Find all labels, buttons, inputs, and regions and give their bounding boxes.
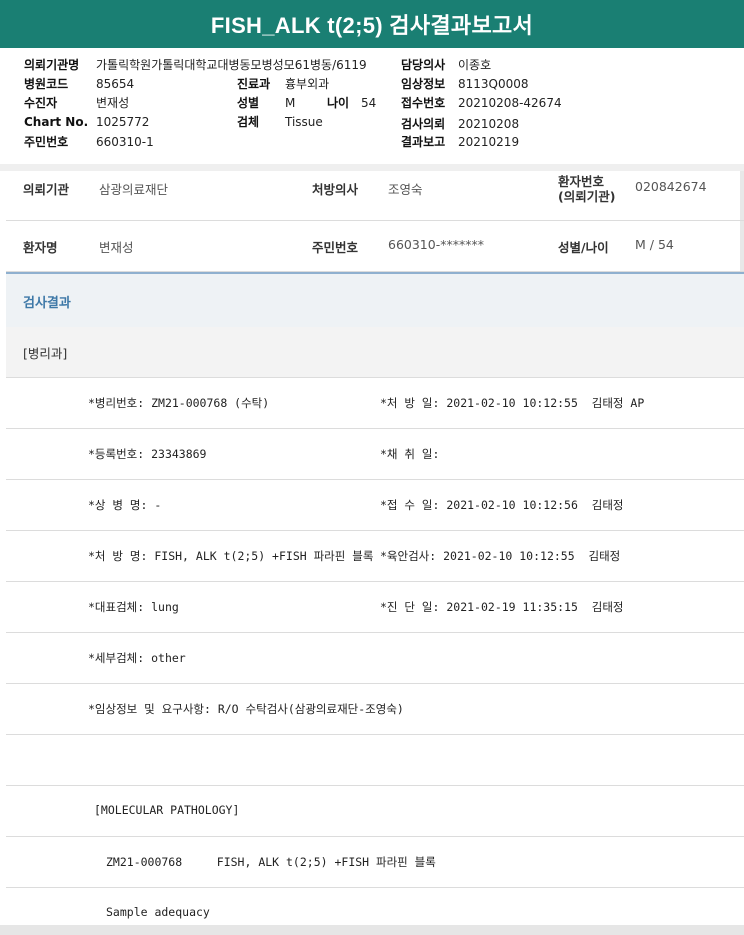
result-row: *세부검체: other: [6, 633, 744, 684]
receipt-no-label: 접수번호: [401, 96, 446, 110]
result-row: *처 방 명: FISH, ALK t(2;5) +FISH 파라핀 블록 *육…: [6, 531, 744, 582]
doctor-field: 담당의사 이종호: [401, 56, 491, 73]
result-row: *상 병 명: - *접 수 일: 2021-02-10 10:12:56 김태…: [6, 480, 744, 531]
result-row-right: *접 수 일: 2021-02-10 10:12:56 김태정: [380, 498, 624, 512]
dept-field: 진료과 흉부외과: [237, 75, 329, 92]
resident-label: 주민번호: [312, 240, 359, 255]
specimen-value: Tissue: [285, 115, 323, 129]
hospital-code-label: 병원코드: [24, 77, 69, 91]
age-value: 54: [361, 96, 377, 110]
req-institution-field: 의뢰기관명 가톨릭학원가톨릭대학교대병동모병성모61병동/6119: [24, 56, 367, 73]
department-label: [병리과]: [23, 346, 68, 361]
department-bar: [병리과]: [6, 327, 744, 378]
report-title: FISH_ALK t(2;5) 검사결과보고서: [0, 0, 744, 48]
result-row-left: *등록번호: 23343869: [88, 447, 207, 461]
dept-value: 흉부외과: [285, 77, 330, 91]
result-row-left: *세부검체: other: [88, 651, 186, 665]
dept-label: 진료과: [237, 77, 271, 91]
clinical-info-label: 임상정보: [401, 77, 446, 91]
report-line: ZM21-000768 FISH, ALK t(2;5) +FISH 파라핀 블…: [6, 837, 744, 888]
prescriber-value: 조영숙: [388, 182, 423, 197]
report-line: [MOLECULAR PATHOLOGY]: [6, 786, 744, 837]
request-date-field: 검사의뢰 20210208: [401, 115, 519, 132]
result-row: *등록번호: 23343869 *채 취 일:: [6, 429, 744, 480]
resident-no-label: 주민번호: [24, 135, 69, 149]
report-date-label: 결과보고: [401, 135, 446, 149]
sex-field: 성별 M: [237, 94, 327, 111]
section-title-bar: 검사결과: [6, 272, 744, 329]
recipient-value: 변재성: [96, 96, 130, 110]
req-institution-value: 가톨릭학원가톨릭대학교대병동모병성모61병동/6119: [96, 58, 367, 72]
result-row-left: *대표검체: lung: [88, 600, 179, 614]
result-row-left: *병리번호: ZM21-000768 (수탁): [88, 396, 270, 410]
sex-value: M: [285, 96, 296, 110]
report-line-text: ZM21-000768 FISH, ALK t(2;5) +FISH 파라핀 블…: [106, 855, 436, 869]
age-label: 나이: [327, 96, 350, 110]
request-date-value: 20210208: [458, 117, 520, 131]
blank-row: [6, 735, 744, 786]
req-institution-label: 의뢰기관명: [24, 58, 80, 72]
report-line: Sample adequacy: [6, 888, 744, 925]
prescriber-label: 처방의사: [312, 182, 359, 197]
patient-name-value: 변재성: [99, 240, 134, 255]
resident-no-field: 주민번호 660310-1: [24, 133, 154, 150]
institution-label: 의뢰기관: [23, 182, 70, 197]
divider-strip: [0, 164, 744, 171]
result-row: *병리번호: ZM21-000768 (수탁) *처 방 일: 2021-02-…: [6, 378, 744, 429]
doctor-label: 담당의사: [401, 58, 446, 72]
receipt-no-value: 20210208-42674: [458, 96, 562, 110]
header-row-institution: 의뢰기관 삼광의료재단 처방의사 조영숙 환자번호 (의뢰기관) 0208426…: [6, 171, 744, 221]
bottom-strip: [0, 925, 744, 935]
report-line-text: Sample adequacy: [106, 905, 210, 919]
patient-no-sublabel: (의뢰기관): [558, 189, 616, 204]
patient-name-label: 환자명: [23, 240, 58, 255]
section-title: 검사결과: [23, 296, 71, 311]
result-row-left: *처 방 명: FISH, ALK t(2;5) +FISH 파라핀 블록: [88, 549, 374, 563]
hospital-code-field: 병원코드 85654: [24, 75, 134, 92]
report-info-box: 의뢰기관명 가톨릭학원가톨릭대학교대병동모병성모61병동/6119 병원코드 856…: [0, 48, 744, 165]
sex-age-label: 성별/나이: [558, 240, 609, 255]
chart-no-field: Chart No. 1025772: [24, 115, 149, 129]
resident-value: 660310-*******: [388, 237, 484, 252]
clinical-info-value: 8113Q0008: [458, 77, 529, 91]
report-line-text: [MOLECULAR PATHOLOGY]: [94, 803, 240, 817]
result-row-left: *임상정보 및 요구사항: R/O 수탁검사(삼광의료재단-조영숙): [88, 702, 404, 716]
chart-no-label: Chart No.: [24, 115, 89, 129]
sex-age-value: M / 54: [635, 237, 674, 252]
resident-no-value: 660310-1: [96, 135, 154, 149]
hospital-code-value: 85654: [96, 77, 135, 91]
patient-no-value: 020842674: [635, 179, 707, 194]
report-date-field: 결과보고 20210219: [401, 133, 519, 150]
institution-value: 삼광의료재단: [99, 182, 169, 197]
header-row-patient: 환자명 변재성 주민번호 660310-******* 성별/나이 M / 54: [6, 221, 744, 272]
receipt-no-field: 접수번호 20210208-42674: [401, 94, 562, 111]
age-field: 나이 54: [327, 94, 376, 111]
clinical-info-field: 임상정보 8113Q0008: [401, 75, 529, 92]
request-date-label: 검사의뢰: [401, 117, 446, 131]
result-row-left: *상 병 명: -: [88, 498, 162, 512]
result-row-right: *처 방 일: 2021-02-10 10:12:55 김태정 AP: [380, 396, 645, 410]
recipient-field: 수진자 변재성: [24, 94, 129, 111]
doctor-value: 이종호: [458, 58, 492, 72]
result-row-right: *진 단 일: 2021-02-19 11:35:15 김태정: [380, 600, 624, 614]
specimen-label: 검체: [237, 115, 260, 129]
result-row-right: *채 취 일:: [380, 447, 440, 461]
specimen-field: 검체 Tissue: [237, 113, 323, 130]
result-row: *대표검체: lung *진 단 일: 2021-02-19 11:35:15 …: [6, 582, 744, 633]
chart-no-value: 1025772: [96, 115, 150, 129]
result-row: *임상정보 및 요구사항: R/O 수탁검사(삼광의료재단-조영숙): [6, 684, 744, 735]
sex-label: 성별: [237, 96, 260, 110]
result-row-right: *육안검사: 2021-02-10 10:12:55 김태정: [380, 549, 621, 563]
report-date-value: 20210219: [458, 135, 520, 149]
recipient-label: 수진자: [24, 96, 58, 110]
